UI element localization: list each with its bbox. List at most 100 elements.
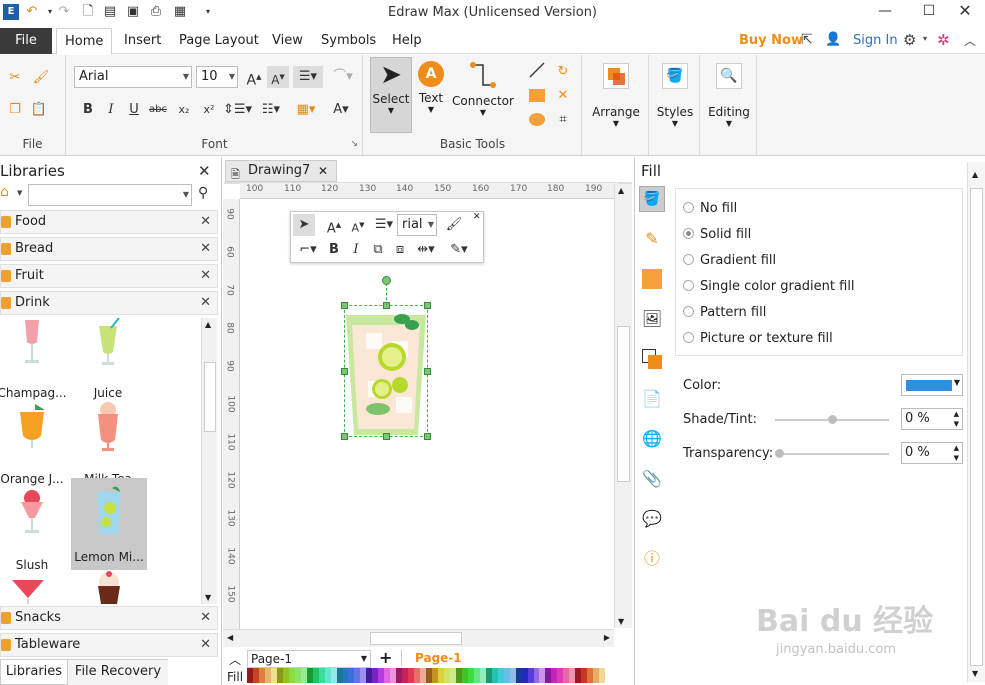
resize-handle[interactable]: [341, 302, 348, 309]
tab-view[interactable]: View: [264, 28, 311, 54]
copy-icon[interactable]: ❐: [4, 99, 26, 121]
document-tab[interactable]: 🗎 Drawing7 ✕: [225, 160, 337, 182]
close-icon[interactable]: ✕: [200, 265, 211, 287]
globe-icon[interactable]: 🌐: [639, 426, 665, 452]
category-bread[interactable]: Bread ✕: [0, 237, 218, 261]
settings-dropdown-icon[interactable]: ▾: [923, 34, 927, 43]
tab-symbols[interactable]: Symbols: [313, 28, 384, 54]
resize-handle[interactable]: [424, 368, 431, 375]
radio-no-fill[interactable]: No fill: [683, 200, 737, 218]
tab-help[interactable]: Help: [384, 28, 430, 54]
font-color-icon[interactable]: A▾: [327, 99, 355, 121]
tab-insert[interactable]: Insert: [116, 28, 169, 54]
collapse-ribbon-icon[interactable]: ︿: [964, 32, 976, 49]
bold-icon[interactable]: B: [323, 239, 345, 261]
help-icon[interactable]: ⓘ: [639, 546, 665, 572]
search-icon[interactable]: ⚲: [198, 185, 208, 201]
tab-page-1[interactable]: Page-1: [415, 651, 462, 665]
scroll-down-icon[interactable]: ▼: [972, 669, 978, 678]
shape-champagne[interactable]: Champag...: [0, 316, 70, 402]
category-snacks[interactable]: Snacks ✕: [0, 606, 218, 630]
italic-icon[interactable]: I: [345, 239, 367, 261]
scroll-thumb[interactable]: [970, 188, 983, 666]
transparency-input[interactable]: 0 % ▲ ▼: [901, 442, 963, 464]
minimize-button[interactable]: —: [868, 0, 902, 24]
strikethrough-icon[interactable]: abc: [147, 99, 169, 121]
style-icon[interactable]: ✎▾: [445, 239, 473, 261]
resize-handle[interactable]: [341, 433, 348, 440]
group-icon[interactable]: ⧉: [367, 239, 389, 261]
gallery-scrollbar[interactable]: ▲ ▼: [201, 318, 217, 604]
scroll-up-icon[interactable]: ▲: [618, 186, 624, 195]
selected-shape-lemon-mint[interactable]: [341, 302, 431, 440]
canvas-horizontal-scrollbar[interactable]: ◀ ▶: [223, 629, 614, 647]
spinner-icon[interactable]: ▲ ▼: [954, 409, 959, 429]
scroll-left-icon[interactable]: ◀: [227, 633, 233, 642]
cut-icon[interactable]: ✂: [4, 67, 26, 89]
underline-icon[interactable]: U: [123, 99, 145, 121]
select-tool-button[interactable]: ➤ Select ▼: [370, 57, 412, 133]
tab-libraries[interactable]: Libraries: [0, 659, 68, 685]
buy-now-link[interactable]: Buy Now: [739, 33, 803, 48]
radio-gradient-fill[interactable]: Gradient fill: [683, 252, 776, 270]
scroll-down-icon[interactable]: ▼: [205, 593, 211, 602]
font-dialog-launcher-icon[interactable]: ↘: [350, 139, 358, 149]
transparency-slider[interactable]: [775, 449, 889, 458]
subscript-icon[interactable]: x₂: [173, 99, 195, 121]
format-painter-icon[interactable]: 🖌: [443, 214, 465, 236]
slider-knob[interactable]: [827, 415, 837, 424]
curve-icon[interactable]: ⌒▾: [329, 66, 357, 88]
resize-handle[interactable]: [424, 302, 431, 309]
close-icon[interactable]: ✕: [200, 607, 211, 629]
slider-knob[interactable]: [775, 449, 784, 458]
align-icon[interactable]: ☰▾: [371, 214, 397, 236]
styles-button[interactable]: 🪣 Styles ▼: [652, 59, 698, 145]
editing-button[interactable]: 🔍 Editing ▼: [705, 59, 753, 145]
tab-page-layout[interactable]: Page Layout: [171, 28, 267, 54]
shade-tint-input[interactable]: 0 % ▲ ▼: [901, 408, 963, 430]
category-fruit[interactable]: Fruit ✕: [0, 264, 218, 288]
library-search-input[interactable]: ▼: [28, 184, 192, 206]
shape-coffee[interactable]: [94, 570, 124, 604]
radio-solid-fill[interactable]: Solid fill: [683, 226, 751, 244]
close-icon[interactable]: ✕: [200, 238, 211, 260]
bullets-icon[interactable]: ☷▾: [257, 99, 285, 121]
close-icon[interactable]: ✕: [200, 634, 211, 656]
radio-picture-texture-fill[interactable]: Picture or texture fill: [683, 330, 833, 348]
close-icon[interactable]: ✕: [473, 212, 481, 222]
scroll-thumb[interactable]: [370, 632, 462, 645]
shape-juice[interactable]: Juice: [70, 316, 146, 402]
panel-scrollbar[interactable]: ▲ ▼: [967, 162, 985, 682]
connector-tool-button[interactable]: Connector ▼: [450, 57, 516, 133]
theme-icon[interactable]: ✲: [937, 31, 950, 49]
line-icon[interactable]: [526, 61, 548, 83]
line-spacing-icon[interactable]: ⇕☰▾: [223, 99, 252, 121]
connector-icon[interactable]: ⌐▾: [295, 239, 321, 261]
distribute-icon[interactable]: ⇹▾: [411, 239, 441, 261]
collapse-up-icon[interactable]: ︿: [229, 651, 241, 668]
font-size-select[interactable]: 10 ▼: [196, 66, 238, 88]
resize-handle[interactable]: [424, 433, 431, 440]
pointer-icon[interactable]: ➤: [293, 214, 315, 236]
color-picker[interactable]: ▼: [901, 374, 963, 396]
maximize-button[interactable]: ☐: [912, 0, 946, 24]
radio-pattern-fill[interactable]: Pattern fill: [683, 304, 766, 322]
page-selector[interactable]: Page-1 ▼: [247, 650, 371, 668]
text-tool-button[interactable]: A Text ▼: [414, 57, 448, 133]
grow-font-icon[interactable]: A▲: [243, 66, 265, 89]
italic-icon[interactable]: I: [100, 99, 122, 121]
shape-cocktail[interactable]: [10, 578, 46, 604]
image-icon[interactable]: 🖼: [639, 306, 665, 332]
font-family-select[interactable]: Arial ▼: [74, 66, 192, 88]
crop-icon[interactable]: ⌗: [552, 109, 574, 131]
cross-icon[interactable]: ✕: [552, 85, 574, 107]
close-libraries-icon[interactable]: ✕: [198, 162, 211, 180]
scroll-up-icon[interactable]: ▲: [972, 170, 978, 179]
tab-file-recovery[interactable]: File Recovery: [68, 659, 168, 685]
comment-icon[interactable]: 💬: [639, 506, 665, 532]
scroll-thumb[interactable]: [204, 362, 216, 432]
settings-gear-icon[interactable]: ⚙: [903, 31, 916, 49]
ellipse-icon[interactable]: [526, 109, 548, 131]
ungroup-icon[interactable]: ⧈: [389, 239, 411, 261]
arc-icon[interactable]: ↻: [552, 61, 574, 83]
